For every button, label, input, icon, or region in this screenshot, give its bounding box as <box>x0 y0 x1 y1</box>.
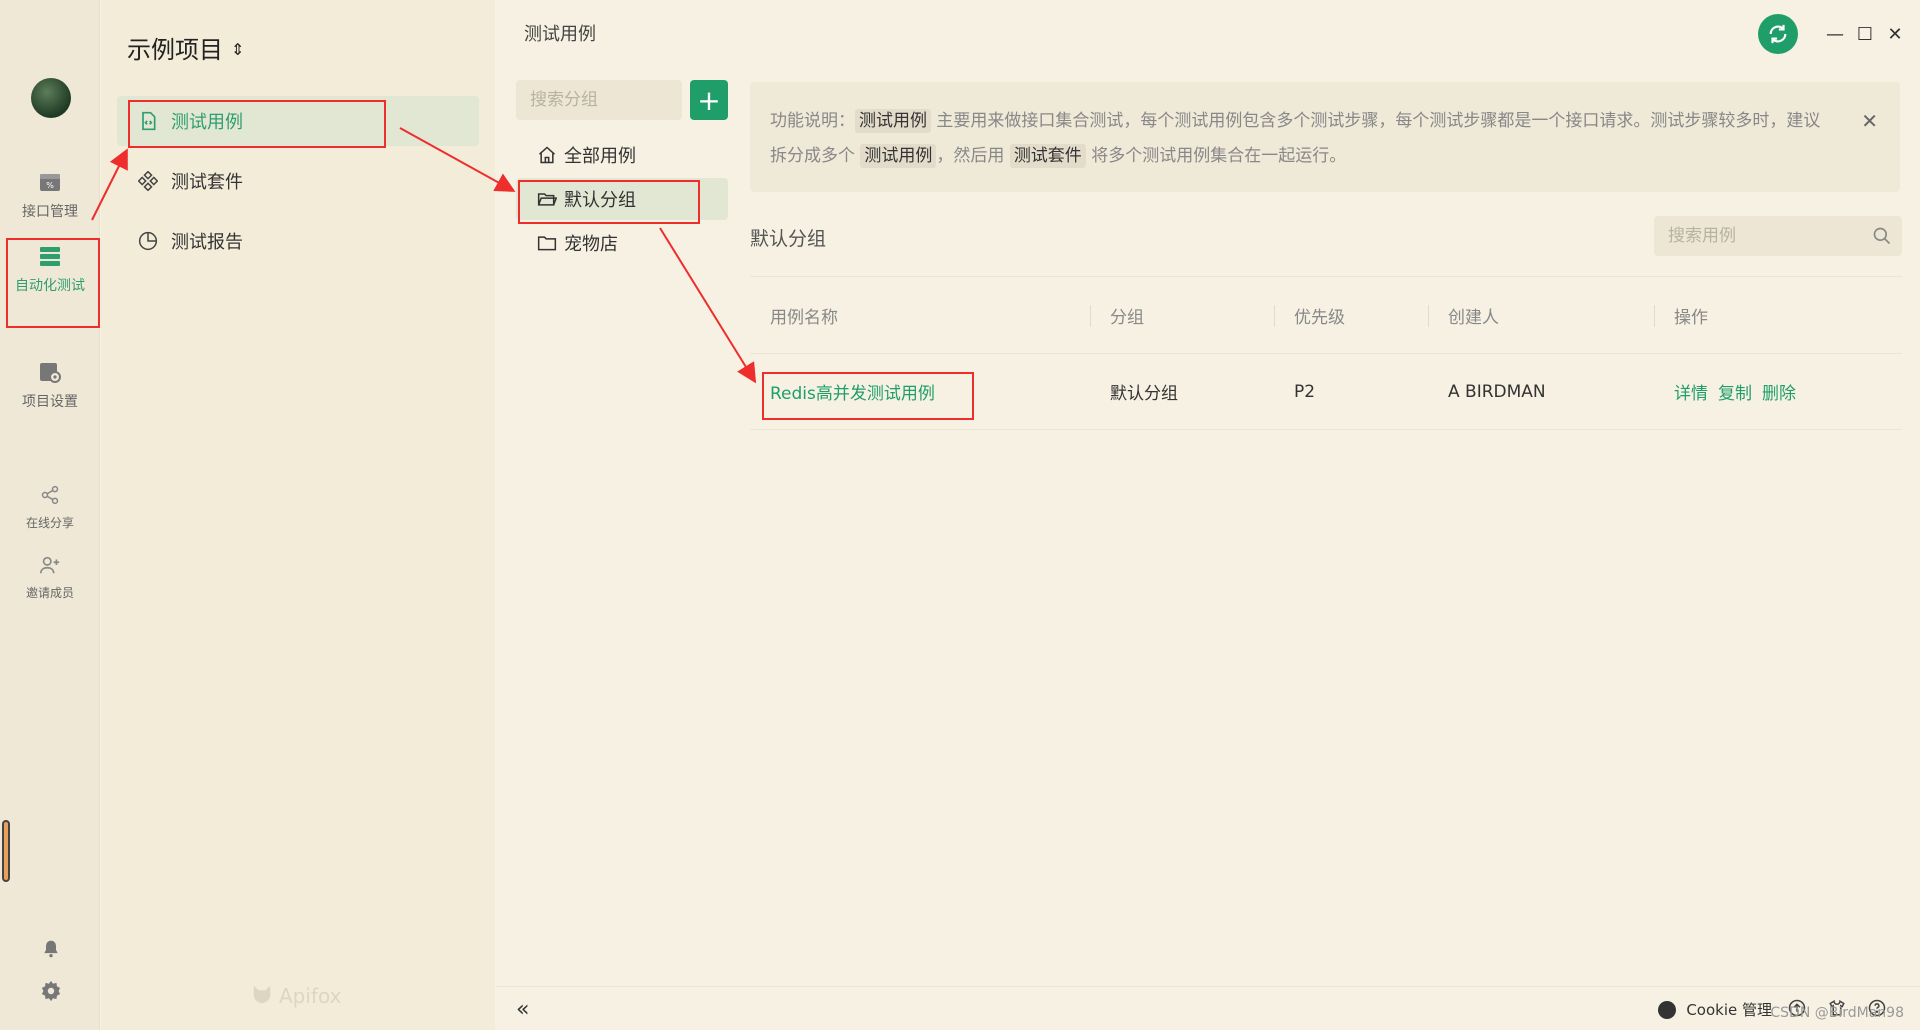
search-icon[interactable] <box>1872 226 1892 246</box>
apifox-logo-icon <box>251 982 273 1009</box>
close-window-icon[interactable]: ✕ <box>1882 21 1908 47</box>
minimize-icon[interactable]: — <box>1822 21 1848 47</box>
collapse-sidebar-button[interactable]: « <box>516 997 529 1022</box>
rail-scrollbar[interactable] <box>2 820 10 882</box>
plus-icon: + <box>697 83 721 117</box>
project-switcher[interactable]: 示例项目 ⇕ <box>127 30 244 65</box>
copy-button[interactable]: 复制 <box>1718 379 1752 404</box>
invite-member-icon <box>37 552 63 578</box>
group-item-label: 全部用例 <box>564 146 636 167</box>
cookie-icon <box>1658 1000 1677 1019</box>
section-title: 默认分组 <box>750 228 827 250</box>
info-code: 测试用例 <box>860 144 937 168</box>
annotation-box-case-name <box>762 372 974 420</box>
case-group: 默认分组 <box>1110 384 1178 404</box>
rail-item-label: 项目设置 <box>22 394 78 410</box>
rail-item-online-share[interactable]: 在线分享 <box>6 476 94 536</box>
case-search-input[interactable] <box>1654 216 1902 256</box>
annotation-box-default-group <box>518 180 700 224</box>
case-creator: A BIRDMAN <box>1448 381 1546 402</box>
nav-item-test-reports[interactable]: 测试报告 <box>117 216 479 266</box>
share-icon <box>37 482 63 508</box>
status-bar: « Cookie 管理 CSDN @BirdMan98 <box>496 986 1920 1030</box>
breadcrumb: 测试用例 <box>524 24 596 45</box>
info-code: 测试套件 <box>1009 144 1086 168</box>
delete-button[interactable]: 删除 <box>1762 379 1796 404</box>
left-rail: % 接口管理 自动化测试 项目设置 在线分享 邀请成员 <box>0 0 100 1030</box>
rail-item-label: 在线分享 <box>25 515 74 530</box>
svg-text:%: % <box>46 181 54 190</box>
cookie-manager-button[interactable]: Cookie 管理 <box>1658 999 1772 1020</box>
folder-icon <box>536 232 558 254</box>
group-item-pet-store[interactable]: 宠物店 <box>516 222 728 264</box>
group-search-input[interactable] <box>516 80 682 120</box>
close-banner-icon[interactable]: ✕ <box>1861 104 1878 139</box>
chevron-updown-icon: ⇕ <box>231 40 245 59</box>
group-item-all[interactable]: 全部用例 <box>516 134 728 176</box>
detail-button[interactable]: 详情 <box>1674 379 1708 404</box>
project-title: 示例项目 <box>127 36 223 64</box>
test-suite-icon <box>137 170 159 192</box>
rail-item-invite-member[interactable]: 邀请成员 <box>6 546 94 606</box>
rail-item-project-settings[interactable]: 项目设置 <box>6 348 94 422</box>
annotation-box-automation <box>6 238 100 328</box>
add-group-button[interactable]: + <box>690 80 728 120</box>
info-text: ，然后用 <box>936 146 1010 166</box>
case-priority: P2 <box>1294 381 1316 402</box>
col-header-group[interactable]: 分组 <box>1090 277 1274 353</box>
maximize-icon[interactable]: ☐ <box>1852 21 1878 47</box>
feature-info-banner: 功能说明： 测试用例 主要用来做接口集合测试，每个测试用例包含多个测试步骤，每个测… <box>750 82 1900 192</box>
test-report-icon <box>137 230 159 252</box>
nav-item-test-suites[interactable]: 测试套件 <box>117 156 479 206</box>
info-code: 测试用例 <box>855 109 931 133</box>
info-text: 将多个测试用例集合在一起运行。 <box>1085 146 1347 166</box>
info-text: 功能说明： <box>770 111 855 131</box>
settings-gear-icon[interactable] <box>38 978 64 1004</box>
brand-logo: Apifox <box>251 982 341 1009</box>
col-header-priority[interactable]: 优先级 <box>1274 277 1428 353</box>
cookie-label: Cookie 管理 <box>1686 1001 1772 1019</box>
secondary-nav: 示例项目 ⇕ 测试用例 测试套件 测试报告 Apifox <box>101 0 495 1030</box>
home-icon <box>536 144 558 166</box>
rail-item-api-management[interactable]: % 接口管理 <box>6 158 94 232</box>
watermark: CSDN @BirdMan98 <box>1770 1005 1904 1021</box>
main-content: 测试用例 — ☐ ✕ + 全部用例 默认分组 宠物店 <box>496 0 1920 1030</box>
window-controls: — ☐ ✕ <box>1758 14 1908 54</box>
rail-item-label: 邀请成员 <box>25 585 74 600</box>
bell-icon[interactable] <box>38 936 64 962</box>
brand-name: Apifox <box>279 983 342 1008</box>
project-settings-icon <box>37 359 63 385</box>
rail-item-label: 接口管理 <box>22 204 78 220</box>
group-item-label: 宠物店 <box>564 234 618 255</box>
col-header-creator[interactable]: 创建人 <box>1428 277 1654 353</box>
sync-button[interactable] <box>1758 14 1798 54</box>
api-icon: % <box>37 169 63 195</box>
nav-item-label: 测试报告 <box>171 232 243 253</box>
table-header: 用例名称 分组 优先级 创建人 操作 <box>750 276 1902 354</box>
avatar[interactable] <box>31 78 71 118</box>
annotation-box-test-cases <box>128 100 386 148</box>
nav-item-label: 测试套件 <box>171 172 243 193</box>
col-header-actions: 操作 <box>1654 277 1902 353</box>
col-header-name[interactable]: 用例名称 <box>750 277 1090 353</box>
